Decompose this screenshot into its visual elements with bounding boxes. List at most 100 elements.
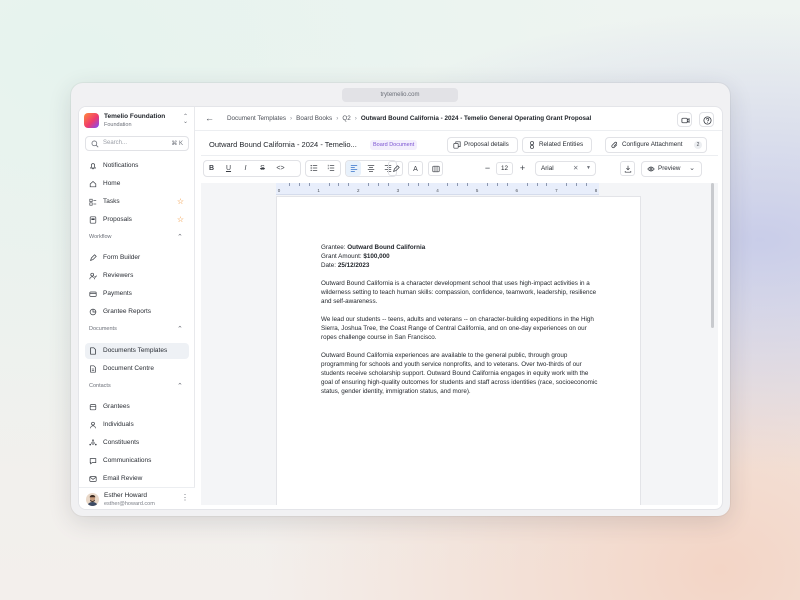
ruler-tick [427, 183, 429, 186]
more-vertical-icon[interactable]: ⋮ [181, 494, 189, 502]
chevron-updown-icon: ⌃ ⌄ [182, 114, 188, 125]
ruler[interactable]: 0 1 2 3 4 5 6 7 8 [276, 183, 599, 195]
link-icon [530, 141, 534, 149]
proposal-details-button[interactable]: Proposal details [447, 137, 518, 153]
breadcrumb-current: Outward Bound California - 2024 - Temeli… [360, 115, 592, 122]
increase-font-button[interactable]: + [515, 161, 530, 176]
sidebar-item-label: Document Centre [103, 365, 154, 372]
chevron-right-icon: › [336, 115, 339, 122]
section-header-contacts[interactable]: Contacts ⌃ [89, 383, 183, 390]
highlighter-icon [392, 165, 400, 172]
org-logo [84, 113, 99, 128]
sidebar-item-document-centre[interactable]: Document Centre [85, 361, 189, 377]
help-icon [703, 116, 712, 125]
ruler-tick [328, 183, 330, 186]
eye-icon [647, 166, 655, 172]
document-centre-icon [90, 365, 96, 373]
preview-button[interactable]: Preview ⌄ [641, 161, 702, 177]
button-label: Preview [658, 165, 681, 172]
align-center-icon [367, 165, 374, 172]
numbered-list-button[interactable] [323, 161, 338, 176]
bullet-list-button[interactable] [306, 161, 321, 176]
home-icon [89, 180, 97, 188]
chevron-right-icon: › [354, 115, 357, 122]
chevron-down-icon: ▼ [586, 165, 591, 171]
search-placeholder: Search... [103, 140, 128, 146]
star-icon[interactable]: ☆ [177, 197, 184, 206]
download-icon [624, 165, 631, 173]
scrollbar[interactable] [711, 183, 714, 328]
font-size-input[interactable]: 12 [496, 162, 513, 175]
sidebar-item-form-builder[interactable]: Form Builder [85, 250, 189, 266]
avatar [86, 493, 99, 506]
browser-window: trytemelio.com Temelio Foundation Founda… [71, 83, 730, 516]
copy-icon [453, 141, 461, 149]
code-button[interactable]: <> [273, 161, 288, 176]
section-title: Documents [89, 326, 117, 332]
search-input[interactable]: Search... ⌘ K [85, 136, 189, 151]
org-switcher[interactable]: Temelio Foundation Foundation ⌃ ⌄ [84, 113, 190, 133]
grantee-label: Grantee: [321, 244, 346, 251]
grantee-line: Grantee: Outward Bound California [321, 243, 601, 252]
amount-line: Grant Amount: $100,000 [321, 252, 601, 261]
sidebar-item-individuals[interactable]: Individuals [85, 417, 189, 433]
text-color-button[interactable]: A [408, 161, 423, 176]
star-icon[interactable]: ☆ [177, 215, 184, 224]
sidebar-item-notifications[interactable]: Notifications [85, 158, 189, 174]
section-header-documents[interactable]: Documents ⌃ [89, 326, 183, 333]
decrease-font-button[interactable]: − [480, 161, 495, 176]
url-bar[interactable]: trytemelio.com [342, 88, 458, 102]
document-body[interactable]: Grantee: Outward Bound California Grant … [321, 243, 601, 405]
ruler-tick [407, 183, 409, 186]
font-select[interactable]: Arial ✕ ▼ [535, 161, 596, 176]
download-button[interactable] [620, 161, 635, 176]
main-panel: ← Document Templates › Board Books › Q2 › Outw… [195, 107, 722, 509]
back-arrow-icon[interactable]: ← [205, 113, 214, 123]
breadcrumb-item[interactable]: Document Templates [227, 115, 286, 122]
configure-attachment-button[interactable]: Configure Attachment 2 [605, 137, 707, 153]
breadcrumb-item[interactable]: Q2 [342, 115, 350, 122]
date-label: Date: [321, 262, 337, 269]
sidebar-item-communications[interactable]: Communications [85, 453, 189, 469]
align-left-icon [350, 165, 357, 172]
highlight-button[interactable] [388, 161, 403, 176]
table-button[interactable] [428, 161, 443, 176]
sidebar-item-reviewers[interactable]: Reviewers [85, 268, 189, 284]
ruler-tick [526, 183, 528, 186]
ruler-tick [308, 183, 310, 186]
section-header-workflow[interactable]: Workflow ⌃ [89, 234, 183, 241]
related-entities-button[interactable]: Related Entities [522, 137, 592, 153]
sidebar-item-proposals[interactable]: Proposals ☆ [85, 212, 189, 228]
ruler-tick [348, 183, 350, 186]
sidebar-item-label: Home [103, 180, 121, 187]
breadcrumb-item[interactable]: Board Books [296, 115, 332, 122]
clear-icon[interactable]: ✕ [573, 165, 578, 172]
paperclip-icon [611, 141, 618, 149]
individuals-icon [90, 421, 96, 429]
sidebar-item-grantee-reports[interactable]: Grantee Reports [85, 304, 189, 320]
sidebar-item-constituents[interactable]: Constituents [85, 435, 189, 451]
bold-button[interactable]: B [204, 161, 219, 176]
align-left-button[interactable] [346, 161, 361, 176]
sidebar-item-label: Grantee Reports [103, 308, 152, 315]
sidebar-item-grantees[interactable]: Grantees [85, 399, 189, 415]
help-button[interactable] [699, 112, 714, 127]
document-page[interactable]: Grantee: Outward Bound California Grant … [276, 196, 641, 505]
ruler-tick [417, 183, 419, 186]
sidebar-item-payments[interactable]: Payments [85, 286, 189, 302]
reports-icon [89, 308, 97, 316]
communications-icon [89, 458, 97, 465]
sidebar-item-tasks[interactable]: Tasks ☆ [85, 194, 189, 210]
sidebar-item-documents-templates[interactable]: Documents Templates [85, 343, 189, 359]
paragraph: Outward Bound California experiences are… [321, 352, 598, 395]
strikethrough-button[interactable]: S [255, 161, 270, 176]
italic-button[interactable]: I [238, 161, 253, 176]
sidebar-item-email-review[interactable]: Email Review [85, 471, 189, 487]
underline-button[interactable]: U [221, 161, 236, 176]
chevron-up-icon: ⌃ [177, 326, 183, 333]
share-button[interactable] [677, 112, 692, 127]
sidebar-item-home[interactable]: Home [85, 176, 189, 192]
ruler-tick [457, 183, 459, 186]
align-center-button[interactable] [363, 161, 378, 176]
user-profile[interactable]: Esther Howard esther@howard.com ⋮ [79, 487, 195, 509]
